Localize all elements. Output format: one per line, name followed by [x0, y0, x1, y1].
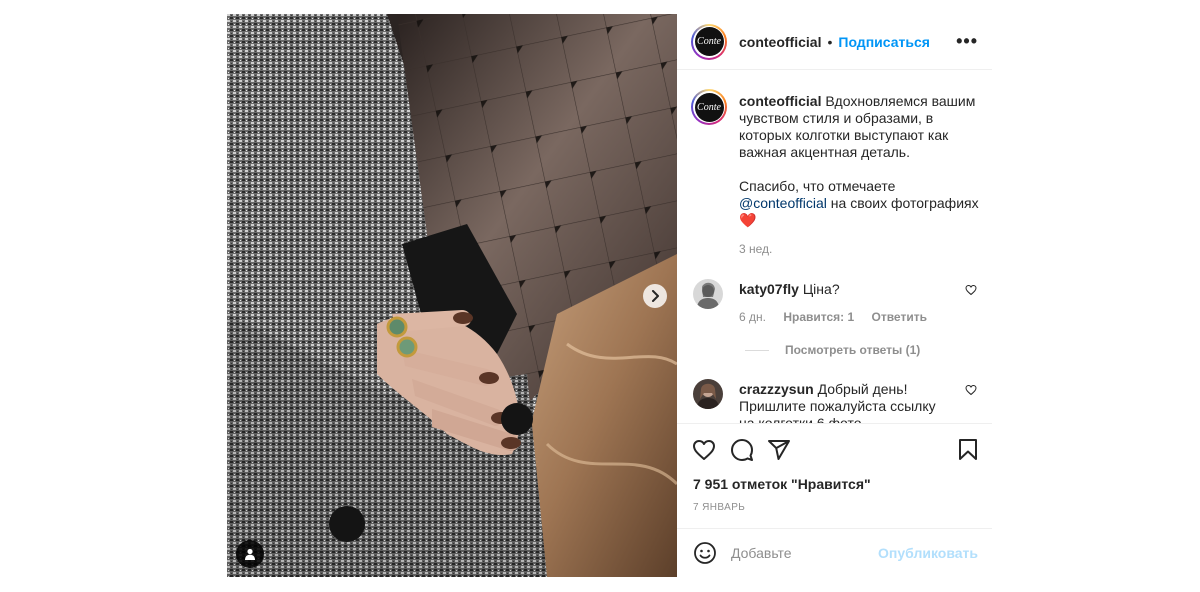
likes-count[interactable]: 7 951 отметок "Нравится" — [693, 476, 871, 492]
post-header: Conte conteofficial • Подписаться ••• — [677, 14, 992, 70]
publish-button[interactable]: Опубликовать — [878, 545, 978, 561]
comment-avatar[interactable] — [693, 379, 723, 409]
tagged-users-button[interactable] — [236, 540, 264, 568]
avatar[interactable]: Conte — [691, 23, 727, 60]
comment-username[interactable]: katy07fly — [739, 281, 799, 297]
heart-icon[interactable] — [965, 384, 977, 396]
comment-input[interactable] — [731, 545, 871, 561]
post-side-panel: Conte conteofficial • Подписаться ••• Co… — [677, 14, 992, 577]
reply-button[interactable]: Ответить — [872, 310, 927, 324]
emoji-icon[interactable] — [693, 541, 717, 565]
action-bar — [677, 425, 992, 475]
header-separator: • — [827, 33, 833, 50]
comment-likes[interactable]: Нравится: 1 — [783, 310, 854, 324]
post-date[interactable]: 7 ЯНВАРЬ — [693, 502, 745, 513]
avatar-photo — [693, 279, 723, 309]
header-username[interactable]: conteofficial — [739, 34, 821, 50]
comments-list[interactable]: Conte conteofficial Вдохновляемся вашим … — [677, 71, 992, 424]
add-comment-bar: Опубликовать — [677, 528, 992, 577]
user-tag-icon — [245, 548, 255, 560]
post-image — [227, 14, 677, 577]
heart-icon[interactable] — [965, 284, 977, 296]
view-replies-button[interactable]: Посмотреть ответы (1) — [745, 343, 920, 357]
view-replies-label: Посмотреть ответы (1) — [785, 343, 921, 357]
brand-logo: Conte — [694, 92, 724, 122]
more-options-icon[interactable]: ••• — [956, 31, 978, 52]
caption-avatar[interactable]: Conte — [691, 89, 727, 125]
heart-icon[interactable] — [692, 438, 716, 462]
comment-username[interactable]: crazzzysun — [739, 381, 814, 397]
caption-mention-link[interactable]: @conteofficial — [739, 195, 827, 211]
replies-divider — [745, 349, 769, 351]
post-photo[interactable] — [227, 14, 677, 577]
comment-meta: 6 дн. Нравится: 1 Ответить — [739, 310, 941, 324]
caption-thanks-text: Спасибо, что отмечаете — [739, 178, 896, 194]
comment-time[interactable]: 6 дн. — [739, 310, 766, 324]
caption-photos-text: на своих фотографиях — [830, 195, 979, 211]
comment-avatar[interactable] — [693, 279, 723, 309]
caption-username[interactable]: conteofficial — [739, 93, 821, 109]
share-icon[interactable] — [767, 438, 791, 462]
follow-button[interactable]: Подписаться — [838, 34, 930, 50]
comment-text: Ціна? — [802, 281, 840, 297]
avatar-photo — [693, 379, 723, 409]
bookmark-icon[interactable] — [956, 438, 980, 462]
caption-body: conteofficial Вдохновляемся вашим чувств… — [739, 93, 989, 258]
chevron-right-icon — [652, 290, 659, 302]
brand-logo: Conte — [694, 27, 724, 56]
caption-time[interactable]: 3 нед. — [739, 241, 989, 258]
next-photo-button[interactable] — [643, 284, 667, 308]
heart-emoji: ❤️ — [739, 212, 757, 228]
comment-icon[interactable] — [730, 438, 754, 462]
